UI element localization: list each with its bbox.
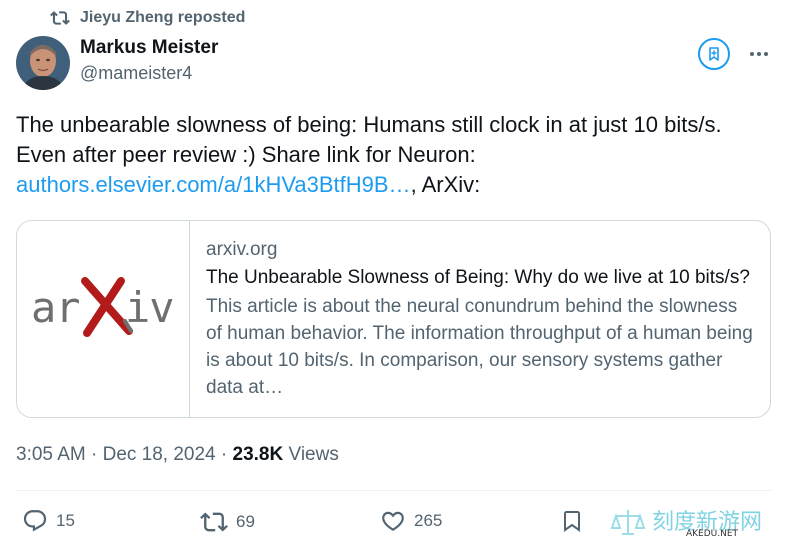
author-name[interactable]: Markus Meister	[80, 37, 218, 59]
card-domain: arxiv.org	[206, 239, 278, 260]
like-button[interactable]: 265	[380, 508, 442, 534]
repost-text: Jieyu Zheng reposted	[80, 9, 246, 26]
bookmark-plus-icon	[709, 47, 719, 61]
tweet-text: The unbearable slowness of being: Humans…	[16, 110, 776, 200]
avatar-photo	[16, 36, 70, 90]
tweet-text-part2: , ArXiv:	[410, 172, 481, 197]
more-options-button[interactable]	[746, 42, 772, 66]
repost-action-icon	[200, 512, 228, 532]
reply-icon	[23, 510, 47, 532]
watermark-subtext: AKEDU.NET	[686, 529, 739, 539]
reply-button[interactable]: 15	[22, 508, 75, 534]
like-count: 265	[414, 511, 443, 530]
watermark: 刻度新游网 AKEDU.NET	[608, 502, 778, 542]
avatar[interactable]	[16, 36, 70, 90]
tweet-text-part1: The unbearable slowness of being: Humans…	[16, 112, 722, 167]
tweet-link[interactable]: authors.elsevier.com/a/1kHVa3BtfH9B…	[16, 172, 411, 197]
arxiv-logo-iv: iv	[125, 283, 174, 332]
author-handle[interactable]: @mameister4	[80, 63, 192, 84]
reply-count: 15	[56, 511, 75, 530]
card-image: ar iv	[17, 221, 190, 417]
link-card[interactable]: ar iv arxiv.org The Unbearable Slowness …	[16, 220, 771, 418]
heart-icon	[382, 511, 404, 531]
repost-header[interactable]: Jieyu Zheng reposted	[50, 8, 245, 28]
grok-button[interactable]	[698, 38, 730, 70]
bookmark-icon	[564, 511, 580, 532]
card-description: This article is about the neural conundr…	[206, 296, 753, 398]
tweet-meta: 3:05 AM · Dec 18, 2024 · 23.8K Views	[16, 444, 339, 466]
repost-button[interactable]: 69	[200, 508, 255, 536]
views-label: Views	[283, 444, 339, 465]
repost-count: 69	[236, 512, 255, 531]
arxiv-logo: ar iv	[31, 277, 175, 337]
more-icon	[750, 52, 768, 56]
arxiv-logo-ar: ar	[31, 283, 80, 332]
repost-icon	[50, 11, 70, 25]
card-body: arxiv.org The Unbearable Slowness of Bei…	[206, 237, 756, 401]
card-title: The Unbearable Slowness of Being: Why do…	[206, 267, 750, 288]
divider	[16, 490, 773, 491]
bookmark-button[interactable]	[560, 508, 592, 534]
tweet-timestamp[interactable]: 3:05 AM · Dec 18, 2024 ·	[16, 444, 233, 465]
views-count: 23.8K	[232, 444, 284, 465]
